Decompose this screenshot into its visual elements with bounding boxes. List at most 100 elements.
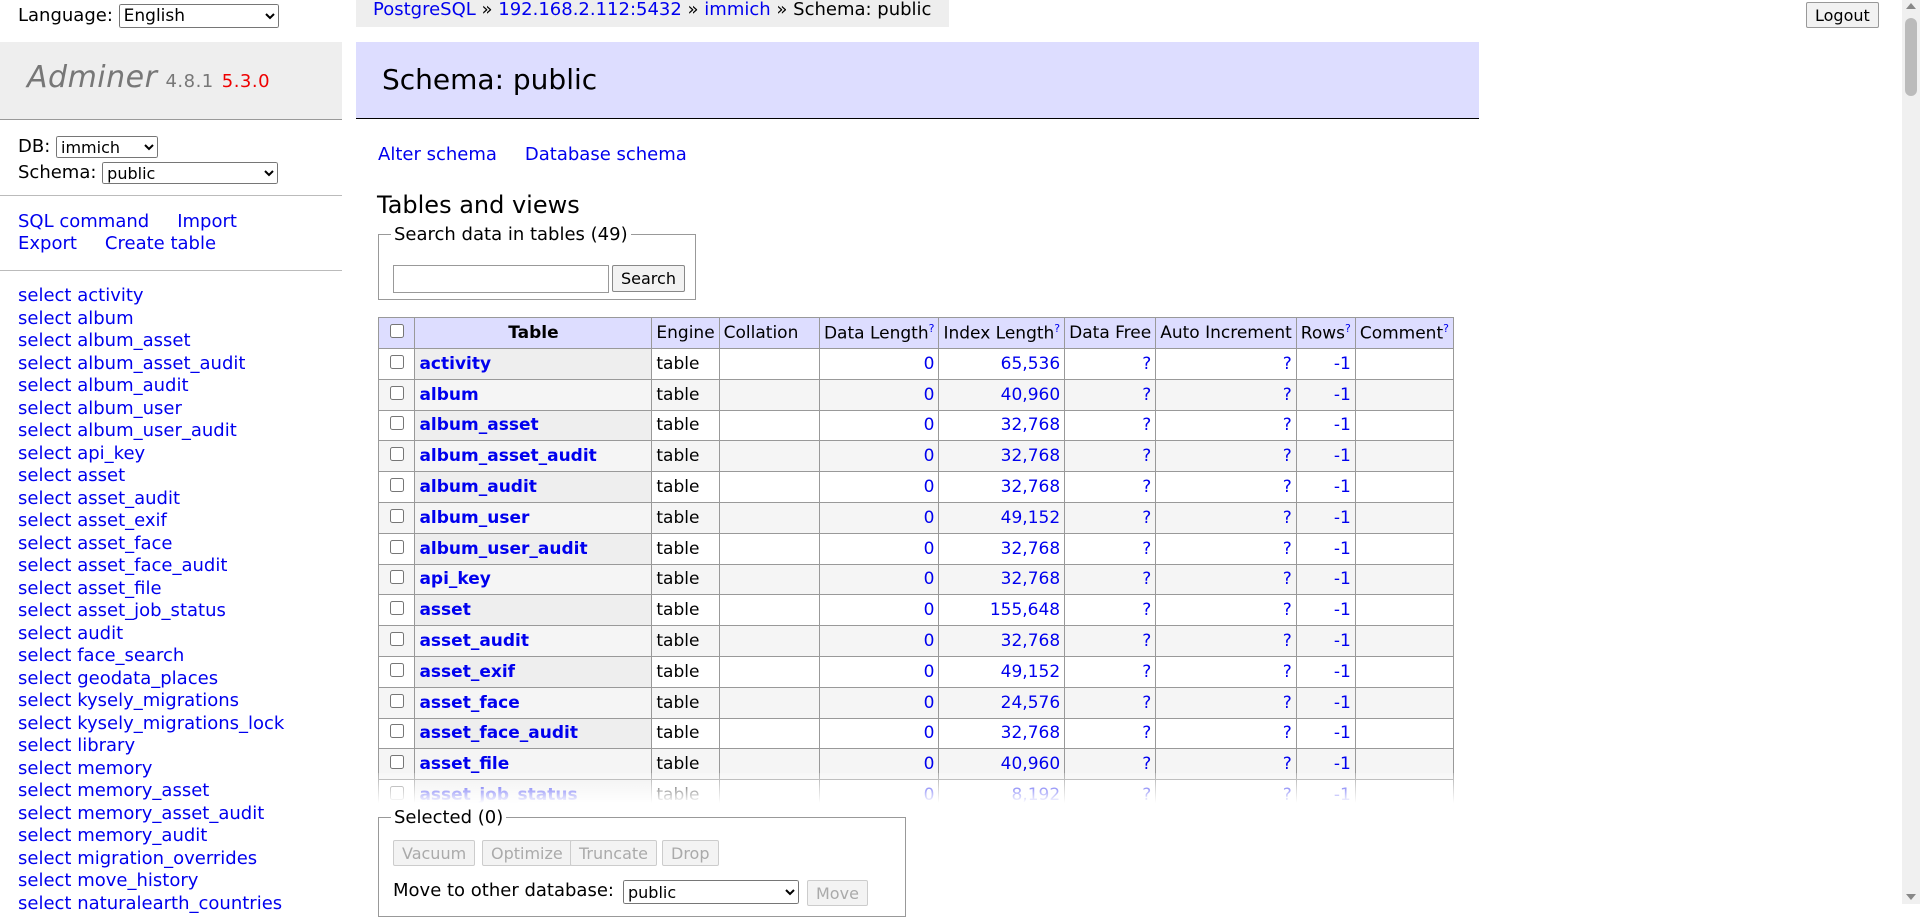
auto-increment-cell[interactable]: ? <box>1155 348 1297 380</box>
rows-cell[interactable]: -1 <box>1295 440 1356 473</box>
sidebar-table-link[interactable]: select memory <box>18 758 284 781</box>
data-free-cell[interactable]: ? <box>1064 594 1157 627</box>
data-free-cell[interactable]: ? <box>1064 686 1157 719</box>
auto-increment-cell[interactable]: ? <box>1155 686 1297 719</box>
data-length-cell[interactable]: 0 <box>818 440 940 473</box>
sidebar-table-link[interactable]: select face_search <box>18 645 284 668</box>
row-checkbox[interactable] <box>389 354 404 369</box>
sidebar-table-link[interactable]: select activity <box>18 285 284 308</box>
auto-increment-cell[interactable]: ? <box>1155 409 1297 442</box>
data-free-cell[interactable]: ? <box>1064 501 1157 534</box>
row-checkbox[interactable] <box>389 724 404 739</box>
language-select[interactable]: English <box>118 4 279 28</box>
rows-cell[interactable]: -1 <box>1295 563 1356 596</box>
index-length-cell[interactable]: 40,960 <box>938 378 1066 411</box>
data-free-cell[interactable]: ? <box>1064 348 1157 380</box>
index-length-cell[interactable]: 65,536 <box>938 348 1066 380</box>
row-checkbox[interactable] <box>389 632 404 647</box>
sidebar-table-link[interactable]: select kysely_migrations <box>18 690 284 713</box>
row-checkbox[interactable] <box>389 478 404 493</box>
sidebar-table-link[interactable]: select memory_asset <box>18 780 284 803</box>
data-free-cell[interactable]: ? <box>1064 440 1157 473</box>
sidebar-table-link[interactable]: select asset_exif <box>18 510 284 533</box>
schema-select[interactable]: public <box>102 162 279 184</box>
rows-cell[interactable]: -1 <box>1295 717 1356 750</box>
index-length-cell[interactable]: 49,152 <box>938 501 1066 534</box>
select-all-checkbox[interactable] <box>389 324 404 338</box>
sidebar-table-link[interactable]: select memory_asset_audit <box>18 803 284 826</box>
table-name-link[interactable]: asset_audit <box>419 631 529 651</box>
breadcrumb-server[interactable]: 192.168.2.112:5432 <box>498 0 682 20</box>
sidebar-table-link[interactable]: select kysely_migrations_lock <box>18 713 284 736</box>
adminer-logo[interactable]: Adminer 4.8.1 5.3.0 <box>27 60 270 95</box>
sidebar-table-link[interactable]: select memory_audit <box>18 825 284 848</box>
table-name-link[interactable]: album_asset_audit <box>419 446 596 466</box>
data-free-cell[interactable]: ? <box>1064 409 1157 442</box>
rows-cell[interactable]: -1 <box>1295 655 1356 688</box>
sidebar-table-link[interactable]: select geodata_places <box>18 668 284 691</box>
table-name-link[interactable]: album <box>419 385 478 405</box>
sidebar-table-link[interactable]: select album_user <box>18 398 284 421</box>
logout-button[interactable]: Logout <box>1806 2 1879 28</box>
rows-cell[interactable]: -1 <box>1295 532 1356 565</box>
row-checkbox[interactable] <box>389 755 404 770</box>
auto-increment-cell[interactable]: ? <box>1155 440 1297 473</box>
scroll-down-icon[interactable] <box>1906 894 1916 900</box>
sidebar-table-link[interactable]: select asset_audit <box>18 488 284 511</box>
index-length-cell[interactable]: 155,648 <box>938 594 1066 627</box>
data-length-cell[interactable]: 0 <box>818 532 940 565</box>
help-icon[interactable]: ? <box>929 322 935 335</box>
sidebar-table-link[interactable]: select asset_job_status <box>18 600 284 623</box>
index-length-cell[interactable]: 32,768 <box>938 440 1066 473</box>
row-checkbox[interactable] <box>389 539 404 554</box>
row-checkbox[interactable] <box>389 385 404 400</box>
data-length-cell[interactable]: 0 <box>818 655 940 688</box>
auto-increment-cell[interactable]: ? <box>1155 563 1297 596</box>
data-length-cell[interactable]: 0 <box>818 378 940 411</box>
index-length-cell[interactable]: 49,152 <box>938 655 1066 688</box>
row-checkbox[interactable] <box>389 570 404 585</box>
alter-schema-link[interactable]: Alter schema <box>378 144 497 165</box>
table-name-link[interactable]: album_asset <box>419 415 538 435</box>
index-length-cell[interactable]: 32,768 <box>938 625 1066 657</box>
auto-increment-cell[interactable]: ? <box>1155 378 1297 411</box>
rows-cell[interactable]: -1 <box>1295 409 1356 442</box>
data-free-cell[interactable]: ? <box>1064 532 1157 565</box>
data-length-cell[interactable]: 0 <box>818 625 940 657</box>
new-version-link[interactable]: 5.3.0 <box>222 71 270 92</box>
index-length-cell[interactable]: 32,768 <box>938 409 1066 442</box>
auto-increment-cell[interactable]: ? <box>1155 717 1297 750</box>
move-database-select[interactable]: public <box>623 880 799 904</box>
app-name[interactable]: Adminer <box>27 60 157 95</box>
data-length-cell[interactable]: 0 <box>818 409 940 442</box>
sidebar-table-link[interactable]: select album_asset_audit <box>18 353 284 376</box>
index-length-cell[interactable]: 24,576 <box>938 686 1066 719</box>
breadcrumb-db[interactable]: immich <box>704 0 770 20</box>
data-length-cell[interactable]: 0 <box>818 471 940 503</box>
row-checkbox[interactable] <box>389 416 404 431</box>
table-name-link[interactable]: asset <box>419 600 470 620</box>
sidebar-table-link[interactable]: select album_audit <box>18 375 284 398</box>
index-length-cell[interactable]: 32,768 <box>938 532 1066 565</box>
data-free-cell[interactable]: ? <box>1064 471 1157 503</box>
data-length-cell[interactable]: 0 <box>818 717 940 750</box>
table-name-link[interactable]: album_user <box>419 508 529 528</box>
table-name-link[interactable]: activity <box>419 354 491 374</box>
row-checkbox[interactable] <box>389 662 404 677</box>
data-free-cell[interactable]: ? <box>1064 625 1157 657</box>
table-name-link[interactable]: asset_face <box>419 693 519 713</box>
scroll-up-icon[interactable] <box>1906 3 1916 9</box>
sidebar-table-link[interactable]: select album_asset <box>18 330 284 353</box>
rows-cell[interactable]: -1 <box>1295 501 1356 534</box>
table-name-link[interactable]: asset_exif <box>419 662 515 682</box>
index-length-cell[interactable]: 32,768 <box>938 563 1066 596</box>
help-icon[interactable]: ? <box>1345 322 1351 335</box>
row-checkbox[interactable] <box>389 693 404 708</box>
search-input[interactable] <box>393 265 609 293</box>
sidebar-table-link[interactable]: select asset_face_audit <box>18 555 284 578</box>
import-link[interactable]: Import <box>177 211 237 232</box>
sidebar-table-link[interactable]: select album <box>18 308 284 331</box>
vacuum-button[interactable]: Vacuum <box>393 840 476 866</box>
row-checkbox[interactable] <box>389 447 404 462</box>
sidebar-table-link[interactable]: select album_user_audit <box>18 420 284 443</box>
